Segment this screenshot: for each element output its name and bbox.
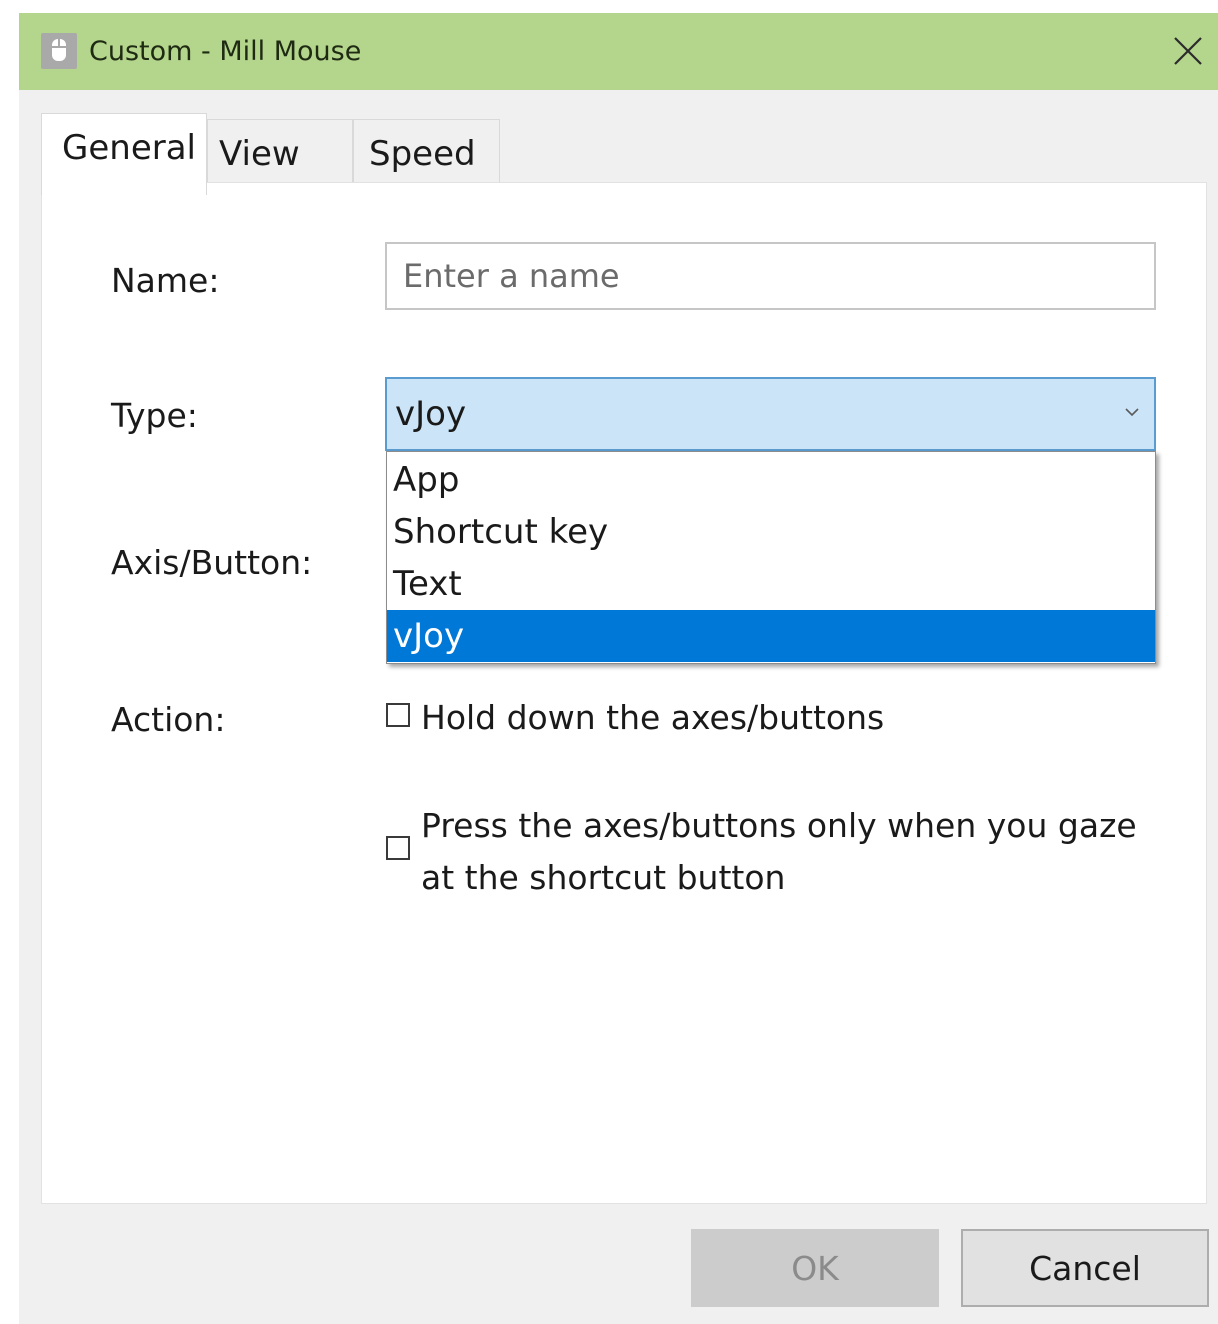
type-select[interactable]: vJoy [385, 377, 1156, 451]
ok-button[interactable]: OK [691, 1229, 939, 1307]
tab-general[interactable]: General [41, 113, 207, 195]
tab-speed[interactable]: Speed [353, 119, 500, 183]
type-option-app[interactable]: App [387, 454, 1155, 506]
type-option-shortcut-key[interactable]: Shortcut key [387, 506, 1155, 558]
type-option-vjoy[interactable]: vJoy [387, 610, 1155, 662]
mouse-icon [41, 33, 77, 69]
gaze-only-label-line1[interactable]: Press the axes/buttons only when you gaz… [421, 800, 1137, 852]
name-label: Name: [111, 261, 220, 300]
cancel-button[interactable]: Cancel [961, 1229, 1209, 1307]
hold-down-label[interactable]: Hold down the axes/buttons [421, 692, 884, 744]
type-select-value: vJoy [395, 394, 467, 434]
type-dropdown-list: App Shortcut key Text vJoy [386, 451, 1156, 664]
action-label: Action: [111, 700, 226, 739]
window-title: Custom - Mill Mouse [89, 36, 362, 67]
name-input[interactable] [385, 242, 1156, 310]
axis-button-label: Axis/Button: [111, 543, 313, 582]
close-icon[interactable] [1167, 30, 1209, 72]
gaze-only-label-line2[interactable]: at the shortcut button [421, 852, 785, 904]
hold-down-checkbox[interactable] [386, 703, 410, 727]
chevron-down-icon [1123, 403, 1141, 421]
dialog-window: Custom - Mill Mouse General View Speed N… [19, 13, 1218, 1324]
gaze-only-checkbox[interactable] [386, 836, 410, 860]
tab-view[interactable]: View [207, 119, 353, 183]
title-bar: Custom - Mill Mouse [19, 13, 1218, 90]
type-label: Type: [111, 396, 198, 435]
type-option-text[interactable]: Text [387, 558, 1155, 610]
